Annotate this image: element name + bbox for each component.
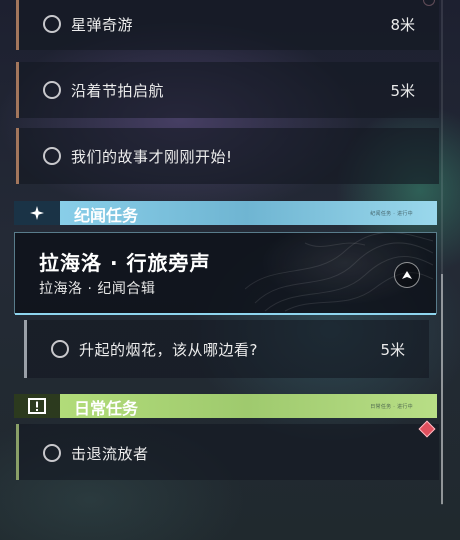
legend-section-header[interactable]: 纪闻任务 纪闻任务 · 进行中 (14, 201, 437, 225)
task-item-3[interactable]: 我们的故事才刚刚开始! (16, 128, 439, 184)
quest-title: 拉海洛 · 行旅旁声 (39, 251, 211, 275)
quest-card-underline (15, 313, 436, 315)
task-item-legend[interactable]: 升起的烟花，该从哪边看? 5米 (24, 320, 429, 378)
task-radio-icon[interactable] (43, 81, 61, 99)
scrollbar-thumb[interactable] (441, 274, 443, 504)
task-name: 我们的故事才刚刚开始! (71, 148, 233, 166)
section-title: 日常任务 (74, 399, 139, 418)
sparkle-icon (14, 201, 60, 225)
task-name: 沿着节拍启航 (71, 82, 165, 100)
task-name: 升起的烟花，该从哪边看? (79, 341, 258, 359)
task-distance: 5米 (380, 341, 405, 359)
task-name: 星弹奇游 (71, 16, 134, 34)
task-item-daily[interactable]: 击退流放者 (16, 424, 439, 480)
quest-subtitle: 拉海洛 · 纪闻合辑 (39, 281, 156, 297)
section-title: 纪闻任务 (74, 206, 139, 225)
quest-tracker-panel: 星弹奇游 8米 沿着节拍启航 5米 我们的故事才刚刚开始! 纪闻任务 纪闻任务 … (0, 0, 460, 540)
task-name: 击退流放者 (71, 445, 149, 463)
task-radio-icon[interactable] (43, 15, 61, 33)
task-item-1[interactable]: 星弹奇游 8米 (16, 0, 439, 50)
navigate-arrow-icon[interactable] (394, 262, 420, 288)
task-distance: 8米 (390, 16, 415, 34)
quest-card-lahailuo[interactable]: 拉海洛 · 行旅旁声 拉海洛 · 纪闻合辑 (14, 232, 437, 315)
task-item-2[interactable]: 沿着节拍启航 5米 (16, 62, 439, 118)
task-radio-icon[interactable] (43, 444, 61, 462)
task-distance: 5米 (390, 82, 415, 100)
section-tag-text: 日常任务 · 进行中 (370, 404, 413, 410)
task-radio-icon[interactable] (51, 340, 69, 358)
exclamation-box-icon (14, 394, 60, 418)
section-tag-text: 纪闻任务 · 进行中 (370, 211, 413, 217)
task-radio-icon[interactable] (43, 147, 61, 165)
daily-section-header[interactable]: 日常任务 日常任务 · 进行中 (14, 394, 437, 418)
